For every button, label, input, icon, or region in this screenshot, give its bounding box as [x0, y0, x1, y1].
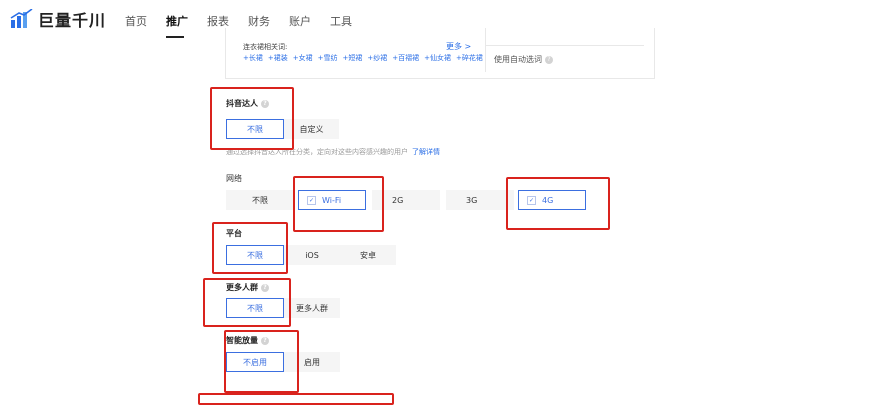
- tag-item[interactable]: +长裙: [243, 54, 263, 62]
- app-name: 巨量千川: [38, 11, 107, 30]
- nav-tools[interactable]: 工具: [330, 13, 352, 29]
- auto-keyword-option[interactable]: 使用自动选词?: [494, 54, 553, 65]
- tag-item[interactable]: +雪纺: [318, 54, 338, 62]
- app-logo[interactable]: 巨量千川: [10, 7, 106, 31]
- help-icon[interactable]: ?: [545, 55, 553, 64]
- annotation-box-douyin: [210, 87, 294, 150]
- nav-promotion[interactable]: 推广: [166, 13, 188, 29]
- nav-account[interactable]: 账户: [289, 13, 311, 29]
- learn-more-link[interactable]: 了解详情: [412, 148, 440, 156]
- annotation-box-bottom: [198, 393, 394, 405]
- tag-item[interactable]: +百褶裙: [392, 54, 419, 62]
- annotation-box-platform: [212, 222, 288, 274]
- annotation-box-wifi: [293, 176, 384, 232]
- nav-home[interactable]: 首页: [125, 13, 147, 29]
- nav-reports[interactable]: 报表: [207, 13, 229, 29]
- related-tags: +长裙 +裙装 +女裙 +雪纺 +短裙 +纱裙 +百褶裙 +仙女裙 +碎花裙: [243, 53, 488, 63]
- annotation-box-more-audience: [203, 278, 291, 327]
- network-option-3g[interactable]: 3G: [446, 190, 514, 210]
- related-words-title: 连衣裙相关词:: [243, 43, 288, 51]
- annotation-box-4g: [506, 177, 610, 230]
- bar-chart-logo-icon: [10, 9, 33, 28]
- platform-option-android[interactable]: 安卓: [340, 245, 396, 265]
- tag-item[interactable]: +短裙: [343, 54, 363, 62]
- tag-item[interactable]: +仙女裙: [424, 54, 451, 62]
- nav-finance[interactable]: 财务: [248, 13, 270, 29]
- annotation-box-smart-bid: [224, 330, 299, 393]
- divider: [486, 45, 644, 46]
- more-audience-option-more[interactable]: 更多人群: [284, 298, 340, 318]
- tag-item[interactable]: +裙装: [268, 54, 288, 62]
- active-tab-indicator: [166, 36, 184, 38]
- 3g-label: 3G: [466, 195, 478, 205]
- platform-option-ios[interactable]: iOS: [284, 245, 340, 265]
- auto-keyword-label: 使用自动选词: [494, 55, 542, 64]
- 2g-label: 2G: [392, 195, 404, 205]
- network-label: 网络: [226, 174, 242, 183]
- more-link[interactable]: 更多 >: [446, 41, 471, 52]
- tag-item[interactable]: +碎花裙: [456, 54, 483, 62]
- selected-keywords-panel: [485, 28, 644, 72]
- tag-item[interactable]: +女裙: [293, 54, 313, 62]
- tag-item[interactable]: +纱裙: [367, 54, 387, 62]
- network-option-unlimited[interactable]: 不限: [226, 190, 294, 210]
